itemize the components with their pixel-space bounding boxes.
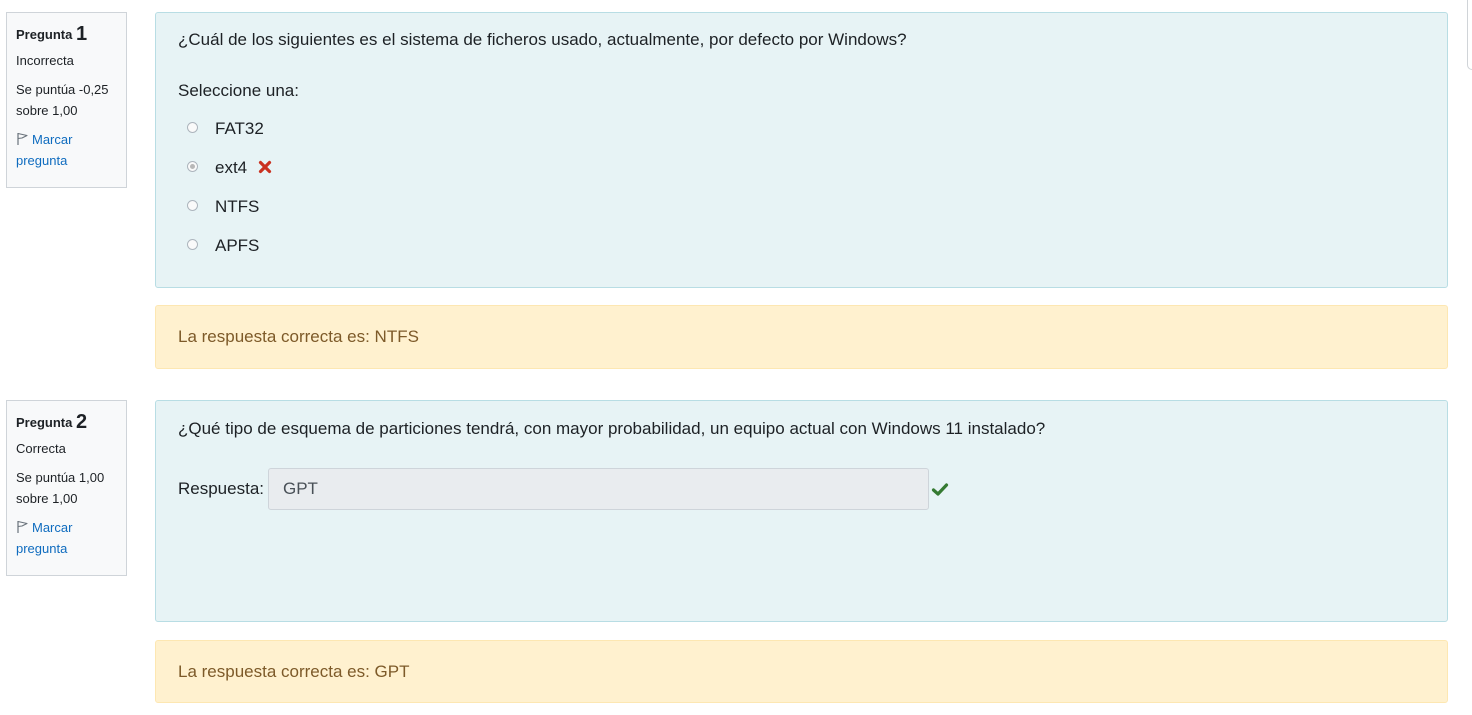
flag-question-link[interactable]: Marcar pregunta (16, 129, 117, 171)
grade-line-2: sobre 1,00 (16, 103, 78, 118)
question-label: Pregunta (16, 415, 73, 430)
option-label: APFS (215, 236, 260, 255)
feedback-text: La respuesta correcta es: NTFS (178, 327, 419, 346)
option-label: FAT32 (215, 119, 264, 138)
answer-input[interactable]: GPT (268, 468, 929, 510)
option-apfs[interactable]: APFS (178, 234, 1425, 258)
cross-icon (258, 160, 271, 174)
answer-label: Respuesta: (178, 479, 264, 498)
flag-question-link[interactable]: Marcar pregunta (16, 517, 117, 559)
question-number: 1 (75, 23, 88, 45)
option-label: NTFS (215, 197, 260, 216)
question-title: Pregunta 1 (16, 21, 117, 48)
flag-label-1: Marcar (32, 520, 73, 535)
correct-answer-feedback-1: La respuesta correcta es: NTFS (155, 305, 1448, 369)
grade-line-2: sobre 1,00 (16, 491, 78, 506)
flag-label-1: Marcar (32, 132, 73, 147)
question-state: Incorrecta (16, 53, 74, 68)
correct-answer-feedback-2: La respuesta correcta es: GPT (155, 640, 1448, 703)
question-label: Pregunta (16, 27, 73, 42)
flag-label-2: pregunta (16, 541, 68, 556)
flag-label-2: pregunta (16, 153, 68, 168)
question-grade: Se puntúa -0,25 sobre 1,00 (16, 79, 117, 121)
radio-button[interactable] (187, 200, 198, 211)
option-ntfs[interactable]: NTFS (178, 195, 1425, 219)
question-grade: Se puntúa 1,00 sobre 1,00 (16, 467, 117, 509)
grade-line-1: Se puntúa 1,00 (16, 470, 105, 485)
check-icon (931, 482, 949, 496)
answer-prompt: Seleccione una: (178, 81, 299, 100)
radio-button[interactable] (187, 122, 198, 133)
question-number: 2 (75, 411, 88, 433)
question-info-2: Pregunta 2 Correcta Se puntúa 1,00 sobre… (6, 400, 127, 576)
page-edge (1467, 0, 1472, 70)
feedback-text: La respuesta correcta es: GPT (178, 661, 410, 681)
flag-icon (17, 520, 28, 533)
radio-button-selected[interactable] (187, 161, 198, 172)
grade-line-1: Se puntúa -0,25 (16, 82, 109, 97)
question-formulation-1: ¿Cuál de los siguientes es el sistema de… (155, 12, 1448, 288)
flag-icon (17, 132, 28, 145)
option-label: ext4 (215, 158, 248, 177)
radio-button[interactable] (187, 239, 198, 250)
question-text: ¿Cuál de los siguientes es el sistema de… (178, 30, 907, 49)
answer-row: Respuesta: GPT (178, 468, 1425, 510)
option-ext4[interactable]: ext4 (178, 156, 1425, 180)
question-text: ¿Qué tipo de esquema de particiones tend… (178, 419, 1046, 438)
question-formulation-2: ¿Qué tipo de esquema de particiones tend… (155, 400, 1448, 622)
option-fat32[interactable]: FAT32 (178, 117, 1425, 141)
question-state: Correcta (16, 441, 66, 456)
question-title: Pregunta 2 (16, 409, 117, 436)
question-info-1: Pregunta 1 Incorrecta Se puntúa -0,25 so… (6, 12, 127, 188)
